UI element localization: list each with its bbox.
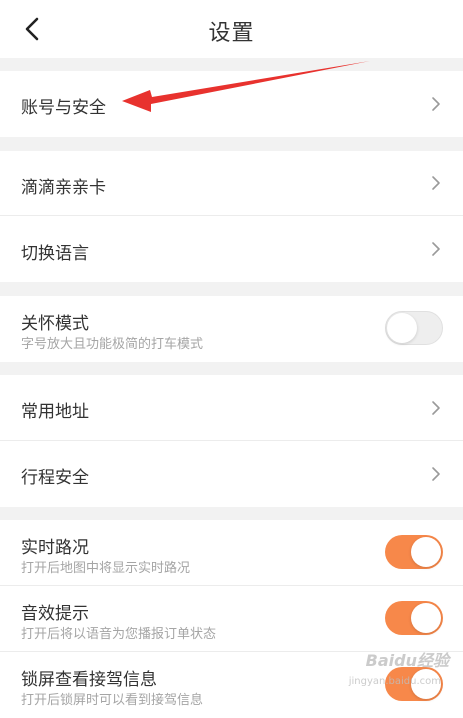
settings-item-language[interactable]: 切换语言 bbox=[0, 216, 463, 282]
realtime-traffic-toggle[interactable] bbox=[385, 535, 443, 569]
settings-item-care-mode: 关怀模式 字号放大且功能极简的打车模式 bbox=[0, 296, 463, 362]
watermark-url: jingyan.baidu.com bbox=[348, 676, 441, 687]
sound-prompt-toggle[interactable] bbox=[385, 601, 443, 635]
settings-item-description: 打开后将以语音为您播报订单状态 bbox=[21, 627, 217, 642]
settings-item-label: 音效提示 bbox=[21, 604, 89, 624]
chevron-right-icon bbox=[432, 97, 440, 111]
chevron-right-icon bbox=[432, 467, 440, 481]
settings-item-label: 常用地址 bbox=[21, 402, 89, 422]
toggle-knob bbox=[411, 537, 441, 567]
care-mode-toggle[interactable] bbox=[385, 311, 443, 345]
toggle-knob bbox=[387, 313, 417, 343]
settings-item-common-address[interactable]: 常用地址 bbox=[0, 375, 463, 441]
watermark-logo: Baidu经验 bbox=[365, 651, 449, 670]
settings-item-label: 实时路况 bbox=[21, 538, 89, 558]
settings-item-trip-safety[interactable]: 行程安全 bbox=[0, 441, 463, 507]
settings-item-description: 打开后地图中将显示实时路况 bbox=[21, 561, 191, 576]
settings-item-label: 行程安全 bbox=[21, 468, 89, 488]
page-title: 设置 bbox=[208, 21, 255, 46]
settings-item-label: 账号与安全 bbox=[21, 98, 106, 118]
chevron-right-icon bbox=[432, 176, 440, 190]
settings-item-account-security[interactable]: 账号与安全 bbox=[0, 71, 463, 137]
settings-item-label: 锁屏查看接驾信息 bbox=[21, 670, 157, 690]
settings-item-realtime-traffic: 实时路况 打开后地图中将显示实时路况 bbox=[0, 520, 463, 586]
chevron-right-icon bbox=[432, 401, 440, 415]
settings-item-label: 关怀模式 bbox=[21, 314, 89, 334]
settings-item-label: 切换语言 bbox=[21, 244, 89, 264]
chevron-right-icon bbox=[432, 242, 440, 256]
settings-item-description: 打开后锁屏时可以看到接驾信息 bbox=[21, 693, 204, 708]
settings-item-sound-prompt: 音效提示 打开后将以语音为您播报订单状态 bbox=[0, 586, 463, 652]
settings-item-didi-card[interactable]: 滴滴亲亲卡 bbox=[0, 151, 463, 216]
top-bar: 设置 bbox=[0, 0, 463, 58]
settings-item-label: 滴滴亲亲卡 bbox=[21, 178, 106, 198]
toggle-knob bbox=[411, 603, 441, 633]
settings-item-description: 字号放大且功能极简的打车模式 bbox=[21, 337, 204, 352]
